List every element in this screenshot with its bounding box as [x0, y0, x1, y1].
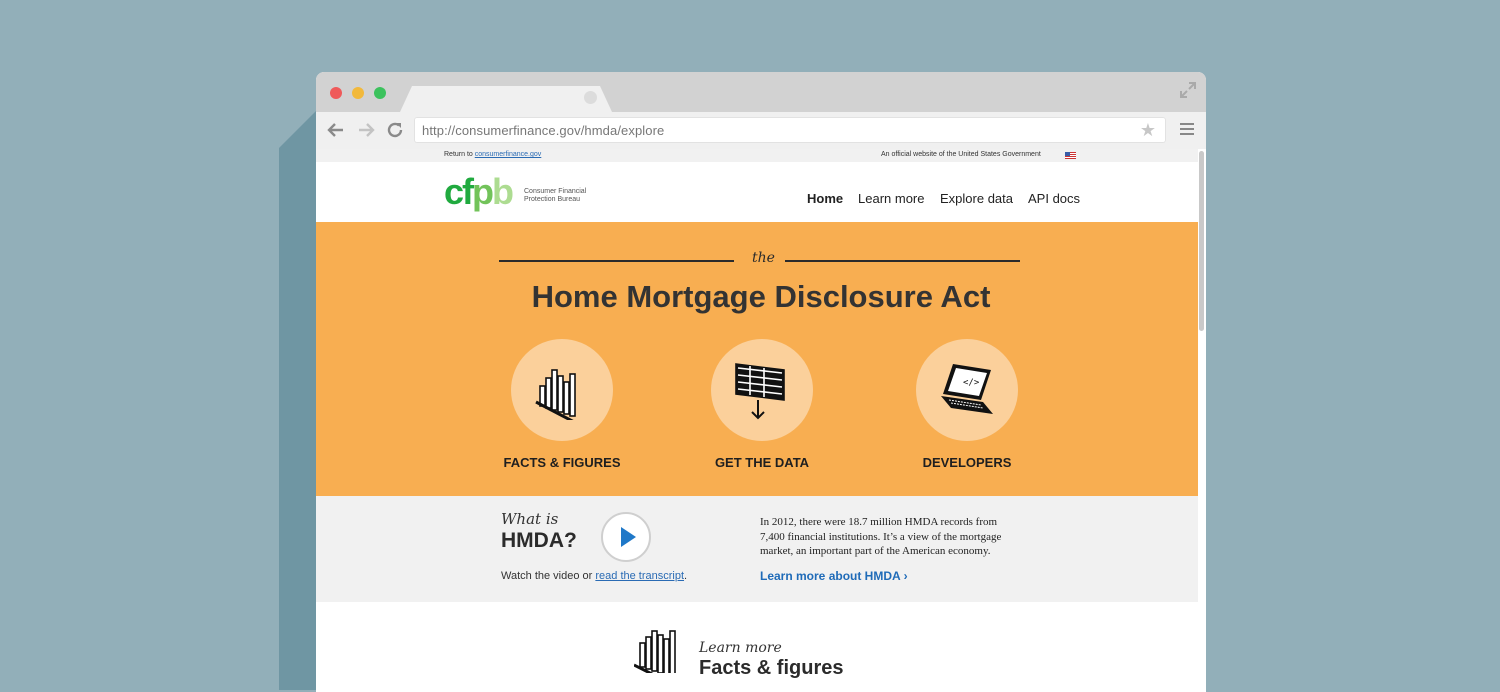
- hmda-question: HMDA?: [501, 529, 577, 552]
- get-data-circle[interactable]: [711, 339, 813, 441]
- watch-suffix: .: [684, 570, 688, 582]
- logo-letter: c: [444, 171, 464, 212]
- nav-learn-more[interactable]: Learn more: [858, 191, 924, 206]
- facts-figures-label[interactable]: FACTS & FIGURES: [482, 455, 642, 470]
- browser-window: http://consumerfinance.gov/hmda/explore …: [316, 72, 1206, 692]
- government-banner: Return to consumerfinance.gov An officia…: [316, 149, 1198, 162]
- maximize-window-button[interactable]: [374, 87, 386, 99]
- nav-explore-data[interactable]: Explore data: [940, 191, 1013, 206]
- developers-label[interactable]: DEVELOPERS: [887, 455, 1047, 470]
- browser-shadow: [279, 110, 319, 690]
- get-data-card[interactable]: GET THE DATA: [682, 339, 842, 470]
- hero-kicker: the: [752, 250, 775, 266]
- bookmark-star-icon[interactable]: ★: [1140, 120, 1156, 141]
- transcript-link[interactable]: read the transcript: [595, 570, 684, 582]
- nav-api-docs[interactable]: API docs: [1028, 191, 1080, 206]
- logo-letter: b: [492, 171, 514, 212]
- return-prefix: Return to: [444, 151, 473, 158]
- what-is-text: What is: [501, 510, 559, 528]
- learn-more-kicker: Learn more: [699, 640, 782, 656]
- facts-figures-section: Learn more Facts & figures: [316, 602, 1198, 692]
- fullscreen-icon[interactable]: [1180, 82, 1196, 98]
- site-header: cfpb Consumer Financial Protection Burea…: [316, 162, 1198, 222]
- minimize-window-button[interactable]: [352, 87, 364, 99]
- title-bar: [316, 72, 1206, 112]
- developers-card[interactable]: </> DEVELOPERS: [887, 339, 1047, 470]
- hero-title: Home Mortgage Disclosure Act: [531, 279, 991, 314]
- nav-home[interactable]: Home: [807, 191, 843, 206]
- url-text: http://consumerfinance.gov/hmda/explore: [422, 123, 665, 138]
- facts-figures-card[interactable]: FACTS & FIGURES: [482, 339, 642, 470]
- tab-close-icon[interactable]: [584, 91, 597, 104]
- logo-text: Consumer Financial Protection Bureau: [524, 188, 587, 203]
- logo-letter: f: [462, 171, 474, 212]
- return-text: Return to consumerfinance.gov: [444, 151, 541, 158]
- address-bar[interactable]: http://consumerfinance.gov/hmda/explore …: [414, 117, 1166, 143]
- get-data-label[interactable]: GET THE DATA: [682, 455, 842, 470]
- official-website-text: An official website of the United States…: [881, 151, 1041, 158]
- bar-chart-icon: [634, 630, 676, 673]
- data-table-download-icon: [735, 363, 785, 420]
- us-flag-icon: [1065, 152, 1076, 159]
- svg-text:</>: </>: [963, 378, 980, 388]
- close-window-button[interactable]: [330, 87, 342, 99]
- watch-video-text: Watch the video or read the transcript.: [501, 570, 687, 582]
- laptop-code-icon: </>: [941, 364, 993, 414]
- play-video-button[interactable]: [601, 512, 651, 562]
- hero-section: the Home Mortgage Disclosure Act FACTS &…: [316, 222, 1198, 496]
- watch-prefix: Watch the video or: [501, 570, 593, 582]
- browser-menu-icon[interactable]: [1180, 123, 1194, 138]
- hero-divider-left: [499, 260, 734, 262]
- what-is-hmda-section: What is HMDA? Watch the video or read th…: [316, 496, 1198, 602]
- forward-arrow-icon[interactable]: [356, 120, 376, 140]
- web-page: Return to consumerfinance.gov An officia…: [316, 149, 1206, 692]
- browser-toolbar: http://consumerfinance.gov/hmda/explore …: [316, 112, 1206, 149]
- learn-more-hmda-link[interactable]: Learn more about HMDA ›: [760, 569, 908, 583]
- return-link[interactable]: consumerfinance.gov: [475, 151, 542, 158]
- browser-tab[interactable]: [400, 86, 612, 112]
- logo-letter: p: [472, 171, 494, 212]
- facts-figures-circle[interactable]: [511, 339, 613, 441]
- cfpb-logo[interactable]: cfpb: [444, 171, 514, 212]
- developers-circle[interactable]: </>: [916, 339, 1018, 441]
- back-arrow-icon[interactable]: [326, 120, 346, 140]
- reload-icon[interactable]: [385, 120, 405, 140]
- facts-figures-heading: Facts & figures: [699, 657, 844, 679]
- bar-chart-icon: [535, 369, 576, 420]
- hmda-stats-text: In 2012, there were 18.7 million HMDA re…: [760, 516, 1002, 557]
- hero-divider-right: [785, 260, 1020, 262]
